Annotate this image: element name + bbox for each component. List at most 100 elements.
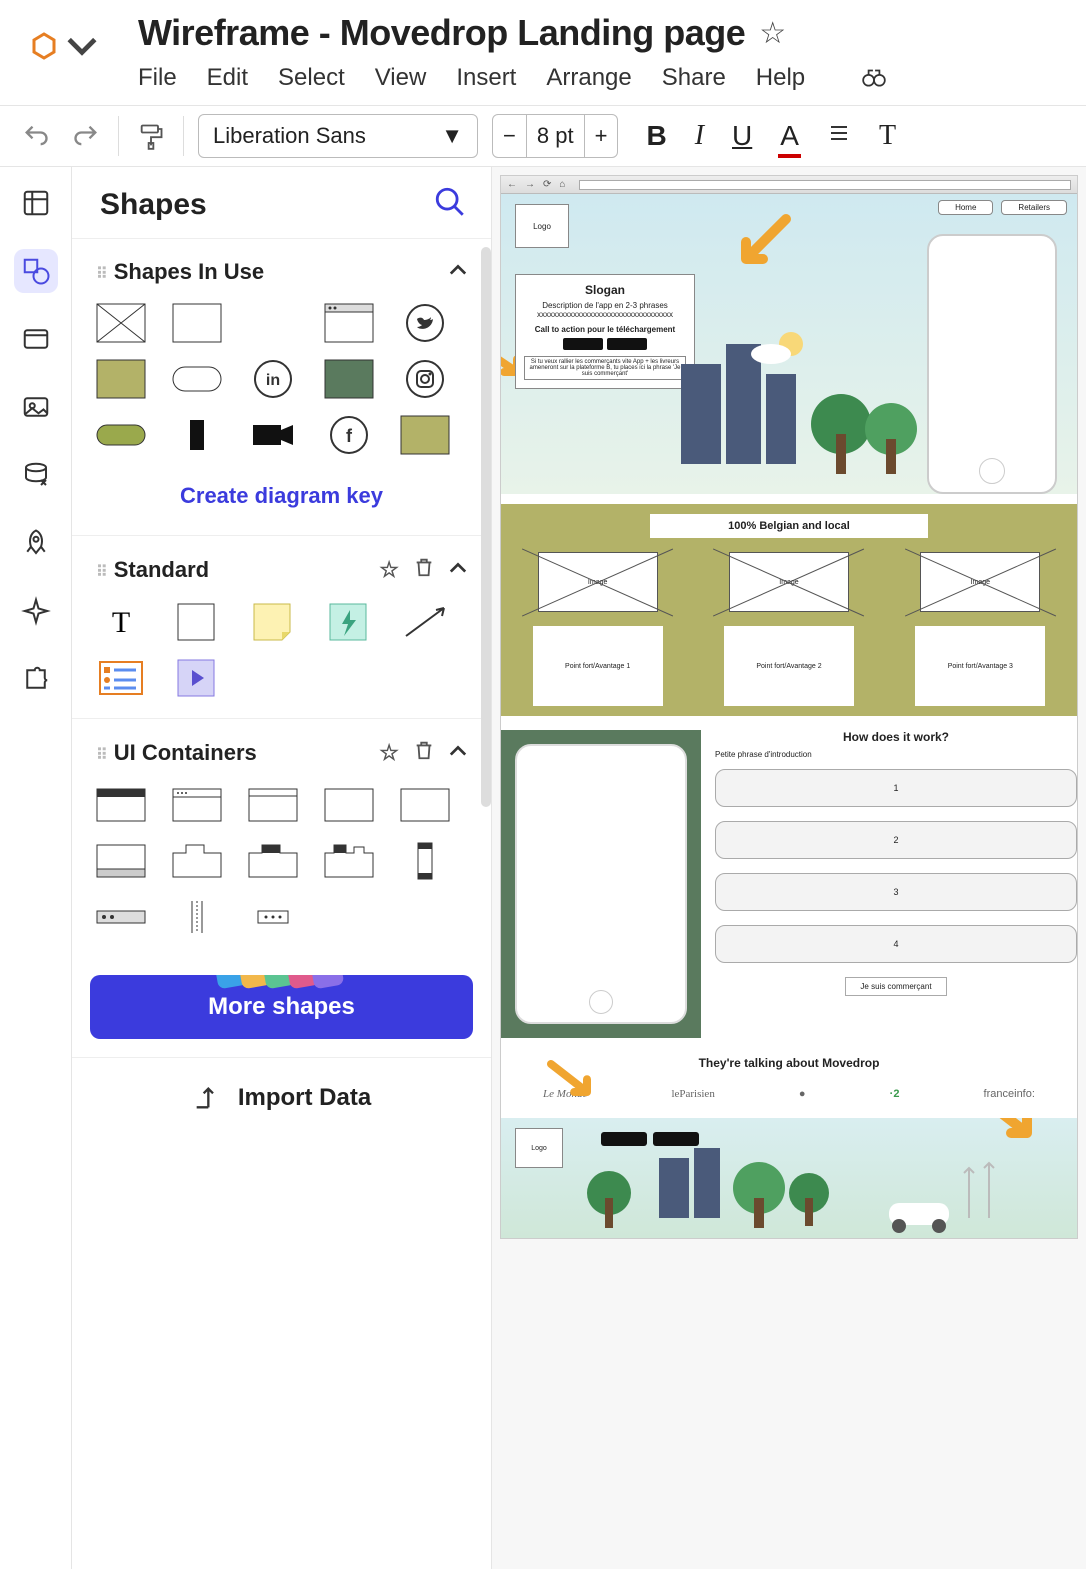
shape-black-bar[interactable] — [172, 415, 222, 455]
pin-icon[interactable]: ☆ — [379, 740, 399, 766]
wf-nav-home[interactable]: Home — [938, 200, 993, 215]
text-tool-button[interactable]: T — [879, 120, 896, 152]
shape-twitter-icon[interactable] — [400, 303, 450, 343]
import-data-button[interactable]: Import Data — [72, 1057, 491, 1138]
collapse-icon[interactable] — [449, 740, 467, 766]
shape-square[interactable] — [172, 602, 222, 642]
menu-edit[interactable]: Edit — [207, 64, 248, 97]
document-title[interactable]: Wireframe - Movedrop Landing page — [138, 12, 745, 54]
shape-panel[interactable] — [324, 785, 374, 825]
rail-window-icon[interactable] — [14, 317, 58, 361]
shape-toolbar[interactable] — [96, 897, 146, 937]
menu-bar: File Edit Select View Insert Arrange Sha… — [138, 64, 887, 97]
bold-button[interactable]: B — [646, 120, 666, 152]
section-standard: ⠿Standard ☆ T — [72, 535, 491, 718]
rail-panels-icon[interactable] — [14, 181, 58, 225]
shape-browser[interactable] — [324, 303, 374, 343]
collapse-icon[interactable] — [449, 259, 467, 285]
shape-olive-rect[interactable] — [96, 359, 146, 399]
rail-puzzle-icon[interactable] — [14, 657, 58, 701]
shape-browser-dark[interactable] — [96, 785, 146, 825]
shape-pill-green[interactable] — [96, 415, 146, 455]
shape-tab-multi[interactable] — [324, 841, 374, 881]
rail-data-icon[interactable] — [14, 453, 58, 497]
wf-adv-2: Point fort/Avantage 2 — [724, 626, 854, 706]
shape-text[interactable]: T — [96, 602, 146, 642]
undo-button[interactable] — [18, 118, 54, 154]
shape-linkedin-icon[interactable]: in — [248, 359, 298, 399]
trash-icon[interactable] — [413, 739, 435, 767]
more-shapes-button[interactable]: More shapes — [90, 975, 473, 1039]
menu-help[interactable]: Help — [756, 64, 805, 97]
app-logo[interactable] — [28, 30, 98, 62]
star-icon[interactable]: ☆ — [759, 16, 786, 51]
shape-tab-filled[interactable] — [248, 841, 298, 881]
shape-facebook-icon[interactable]: f — [324, 415, 374, 455]
shape-window[interactable] — [248, 785, 298, 825]
shape-arrow[interactable] — [400, 602, 450, 642]
shape-list[interactable] — [96, 658, 146, 698]
section-title: UI Containers — [114, 740, 257, 765]
size-decrease[interactable]: − — [493, 115, 526, 157]
rail-image-icon[interactable] — [14, 385, 58, 429]
shape-rectangle[interactable] — [172, 303, 222, 343]
shape-green-rect[interactable] — [324, 359, 374, 399]
menu-select[interactable]: Select — [278, 64, 345, 97]
shape-video-icon[interactable] — [248, 415, 298, 455]
menu-file[interactable]: File — [138, 64, 177, 97]
scrollbar[interactable] — [481, 247, 491, 807]
search-icon[interactable] — [433, 185, 467, 224]
shape-split-v[interactable] — [172, 897, 222, 937]
shape-flash[interactable] — [324, 602, 374, 642]
shape-image-placeholder[interactable] — [96, 303, 146, 343]
italic-button[interactable]: I — [695, 120, 704, 152]
font-select[interactable]: Liberation Sans ▼ — [198, 114, 478, 158]
shape-play[interactable] — [172, 658, 222, 698]
more-shapes-label: More shapes — [208, 993, 355, 1021]
shape-olive-rect-2[interactable] — [400, 415, 450, 455]
shape-footer-panel[interactable] — [96, 841, 146, 881]
redo-button[interactable] — [68, 118, 104, 154]
wf-step-2[interactable]: 2 — [715, 821, 1077, 859]
wf-how-title: How does it work? — [715, 730, 1077, 744]
wf-nav-retailers[interactable]: Retailers — [1001, 200, 1067, 215]
wireframe-browser[interactable]: ←→⟳⌂ Home Retailers Logo Slogan Descript… — [500, 175, 1078, 1239]
pin-icon[interactable]: ☆ — [379, 557, 399, 583]
rail-shapes-icon[interactable] — [14, 249, 58, 293]
search-icon[interactable] — [861, 64, 887, 97]
canvas[interactable]: ←→⟳⌂ Home Retailers Logo Slogan Descript… — [492, 167, 1086, 1569]
shape-note[interactable] — [248, 602, 298, 642]
menu-insert[interactable]: Insert — [456, 64, 516, 97]
shape-menu-dots[interactable] — [248, 897, 298, 937]
wf-step-3[interactable]: 3 — [715, 873, 1077, 911]
trash-icon[interactable] — [413, 556, 435, 584]
wf-merchant-btn[interactable]: Je suis commerçant — [845, 977, 946, 996]
shape-tab[interactable] — [172, 841, 222, 881]
paint-roller-icon[interactable] — [133, 118, 169, 154]
shape-browser-dots[interactable] — [172, 785, 222, 825]
rail-sparkle-icon[interactable] — [14, 589, 58, 633]
size-value[interactable]: 8 pt — [526, 115, 584, 157]
shape-instagram-icon[interactable] — [400, 359, 450, 399]
wf-step-1[interactable]: 1 — [715, 769, 1077, 807]
wf-how-sub: Petite phrase d'introduction — [715, 750, 1077, 759]
wf-press-section: They're talking about Movedrop Le Monde … — [501, 1056, 1077, 1100]
menu-arrange[interactable]: Arrange — [546, 64, 631, 97]
shape-panel-thin[interactable] — [400, 785, 450, 825]
create-key-link[interactable]: Create diagram key — [90, 459, 473, 519]
text-color-button[interactable]: A — [780, 120, 799, 152]
menu-view[interactable]: View — [375, 64, 427, 97]
annotation-arrow — [547, 1056, 595, 1104]
wf-how-phone — [501, 730, 701, 1038]
font-size-group: − 8 pt + — [492, 114, 618, 158]
underline-button[interactable]: U — [732, 120, 752, 152]
rail-rocket-icon[interactable] — [14, 521, 58, 565]
dropdown-icon: ▼ — [441, 123, 463, 149]
menu-share[interactable]: Share — [662, 64, 726, 97]
collapse-icon[interactable] — [449, 557, 467, 583]
shape-rounded-rect[interactable] — [172, 359, 222, 399]
size-increase[interactable]: + — [584, 115, 618, 157]
align-button[interactable] — [827, 120, 851, 152]
shape-vstack[interactable] — [400, 841, 450, 881]
wf-step-4[interactable]: 4 — [715, 925, 1077, 963]
